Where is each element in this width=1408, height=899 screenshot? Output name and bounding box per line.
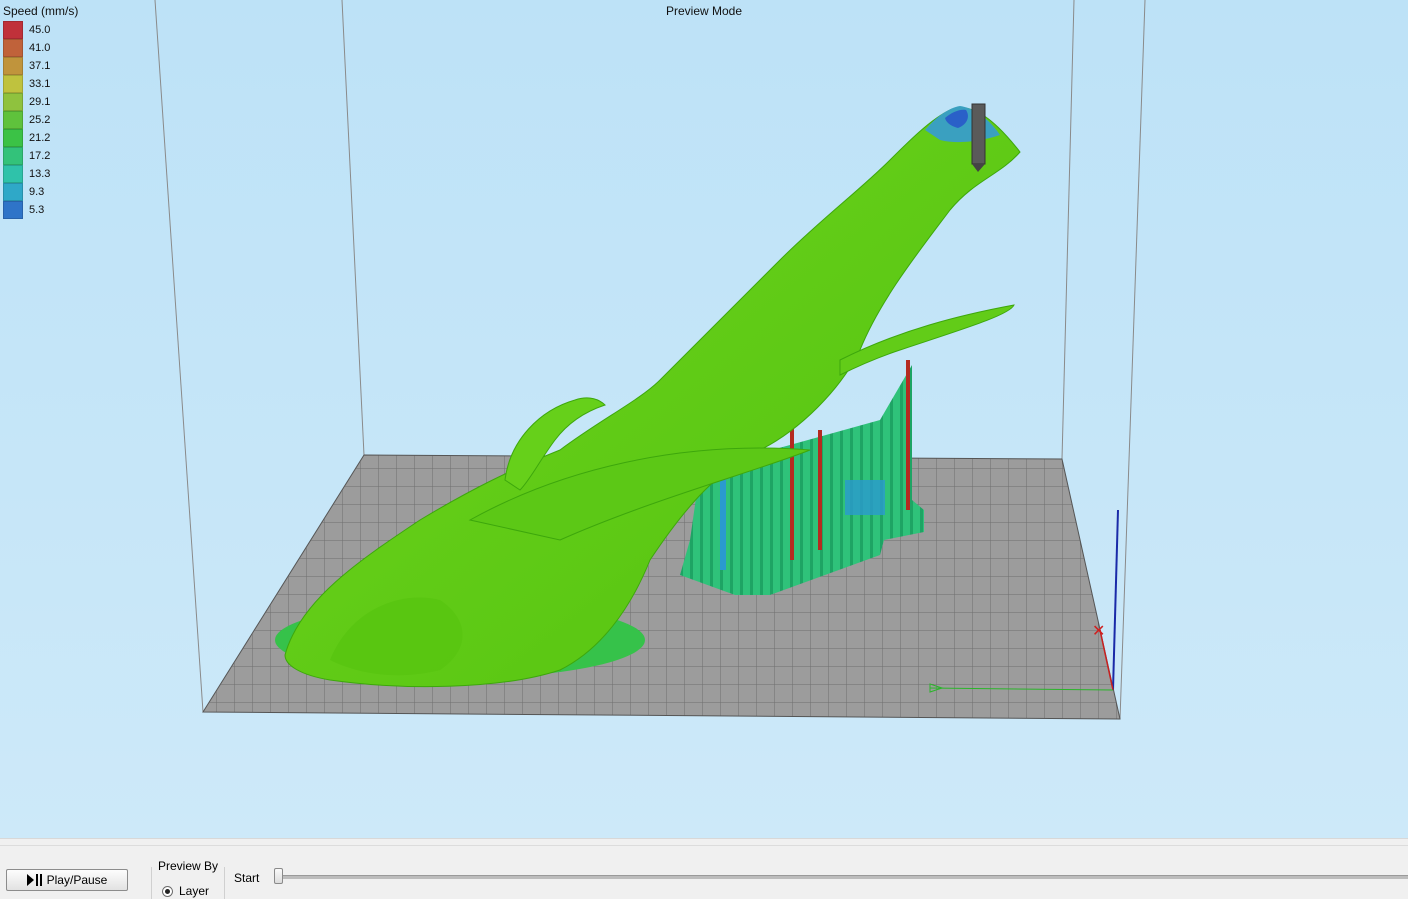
legend-rows: 45.0 41.0 37.1 33.1 29.1 25.2 21.2 17.2 13.3 9.3 5… bbox=[3, 21, 78, 219]
legend-row: 37.1 bbox=[3, 57, 78, 75]
legend-swatch bbox=[3, 21, 23, 39]
legend-value: 9.3 bbox=[29, 186, 45, 198]
svg-text:✕: ✕ bbox=[1092, 623, 1105, 640]
legend-row: 5.3 bbox=[3, 201, 78, 219]
legend-value: 13.3 bbox=[29, 168, 51, 180]
preview-by-title: Preview By bbox=[158, 859, 219, 873]
legend-row: 29.1 bbox=[3, 93, 78, 111]
3d-preview-viewport[interactable]: ✕ Preview Mode Speed (mm/s) 45.0 41.0 37.1… bbox=[0, 0, 1408, 838]
play-pause-button[interactable]: Play/Pause bbox=[6, 869, 128, 891]
nozzle bbox=[971, 103, 986, 172]
legend-row: 13.3 bbox=[3, 165, 78, 183]
legend-swatch bbox=[3, 201, 23, 219]
legend-value: 33.1 bbox=[29, 78, 51, 90]
legend-value: 25.2 bbox=[29, 114, 51, 126]
legend-row: 21.2 bbox=[3, 129, 78, 147]
preview-by-group: Preview By Layer bbox=[151, 859, 225, 899]
legend-swatch bbox=[3, 183, 23, 201]
legend-swatch bbox=[3, 93, 23, 111]
legend-swatch bbox=[3, 39, 23, 57]
play-pause-icon bbox=[26, 874, 43, 886]
legend-value: 17.2 bbox=[29, 150, 51, 162]
layer-slider-track[interactable] bbox=[276, 875, 1408, 879]
playback-panel: Play/Pause Preview By Layer Start bbox=[0, 838, 1408, 899]
scene-canvas[interactable]: ✕ bbox=[0, 0, 1408, 838]
legend-value: 5.3 bbox=[29, 204, 45, 216]
panel-divider bbox=[0, 845, 1408, 846]
legend-row: 25.2 bbox=[3, 111, 78, 129]
legend-swatch bbox=[3, 165, 23, 183]
legend-swatch bbox=[3, 75, 23, 93]
legend-swatch bbox=[3, 111, 23, 129]
legend-row: 33.1 bbox=[3, 75, 78, 93]
legend-row: 9.3 bbox=[3, 183, 78, 201]
legend-row: 41.0 bbox=[3, 39, 78, 57]
play-pause-label: Play/Pause bbox=[46, 873, 108, 887]
legend-value: 29.1 bbox=[29, 96, 51, 108]
start-label: Start bbox=[234, 871, 260, 885]
legend-swatch bbox=[3, 57, 23, 75]
legend-swatch bbox=[3, 129, 23, 147]
layer-radio-label: Layer bbox=[179, 884, 210, 898]
legend-row: 45.0 bbox=[3, 21, 78, 39]
legend-swatch bbox=[3, 147, 23, 165]
mode-title: Preview Mode bbox=[665, 4, 743, 18]
layer-slider-handle[interactable] bbox=[274, 868, 283, 884]
legend-value: 37.1 bbox=[29, 60, 51, 72]
radio-selected-icon[interactable] bbox=[162, 885, 173, 897]
layer-radio[interactable]: Layer bbox=[162, 884, 209, 898]
legend-row: 17.2 bbox=[3, 147, 78, 165]
legend-title: Speed (mm/s) bbox=[3, 4, 79, 18]
legend-value: 21.2 bbox=[29, 132, 51, 144]
legend-value: 41.0 bbox=[29, 42, 51, 54]
legend-value: 45.0 bbox=[29, 24, 51, 36]
speed-legend: Speed (mm/s) 45.0 41.0 37.1 33.1 29.1 25.2 21.… bbox=[3, 4, 78, 219]
